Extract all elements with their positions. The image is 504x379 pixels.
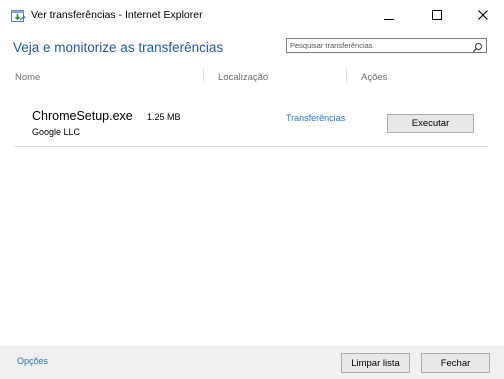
- close-button[interactable]: Fechar: [421, 353, 490, 373]
- minimize-icon: [384, 19, 394, 20]
- file-size: 1.25 MB: [147, 112, 181, 122]
- maximize-icon: [432, 10, 442, 20]
- file-location-link[interactable]: Transferências: [286, 113, 345, 123]
- download-row[interactable]: ChromeSetup.exe 1.25 MB Google LLC Trans…: [14, 96, 488, 147]
- page-title: Veja e monitorize as transferências: [13, 40, 224, 55]
- search-icon[interactable]: [472, 40, 483, 53]
- column-divider: [346, 68, 347, 83]
- minimize-button[interactable]: [366, 0, 412, 30]
- search-box[interactable]: [286, 38, 487, 53]
- column-header-name[interactable]: Nome: [15, 72, 40, 83]
- search-input[interactable]: [287, 39, 470, 52]
- file-publisher: Google LLC: [32, 127, 81, 137]
- close-window-button[interactable]: [460, 0, 504, 30]
- window-title: Ver transferências - Internet Explorer: [31, 9, 203, 21]
- run-button[interactable]: Executar: [387, 114, 474, 133]
- maximize-button[interactable]: [414, 0, 460, 30]
- column-header-actions[interactable]: Ações: [361, 72, 387, 83]
- footer-bar: Opções Limpar lista Fechar: [0, 346, 504, 379]
- column-header-location[interactable]: Localização: [218, 72, 268, 83]
- close-icon: [478, 10, 488, 20]
- clear-list-button[interactable]: Limpar lista: [341, 353, 410, 373]
- column-divider: [203, 68, 204, 83]
- options-link[interactable]: Opções: [17, 356, 48, 366]
- file-name: ChromeSetup.exe: [32, 109, 133, 123]
- title-bar: Ver transferências - Internet Explorer: [0, 0, 504, 30]
- column-headers: Nome Localização Ações: [0, 64, 504, 86]
- download-window-icon: [10, 8, 26, 24]
